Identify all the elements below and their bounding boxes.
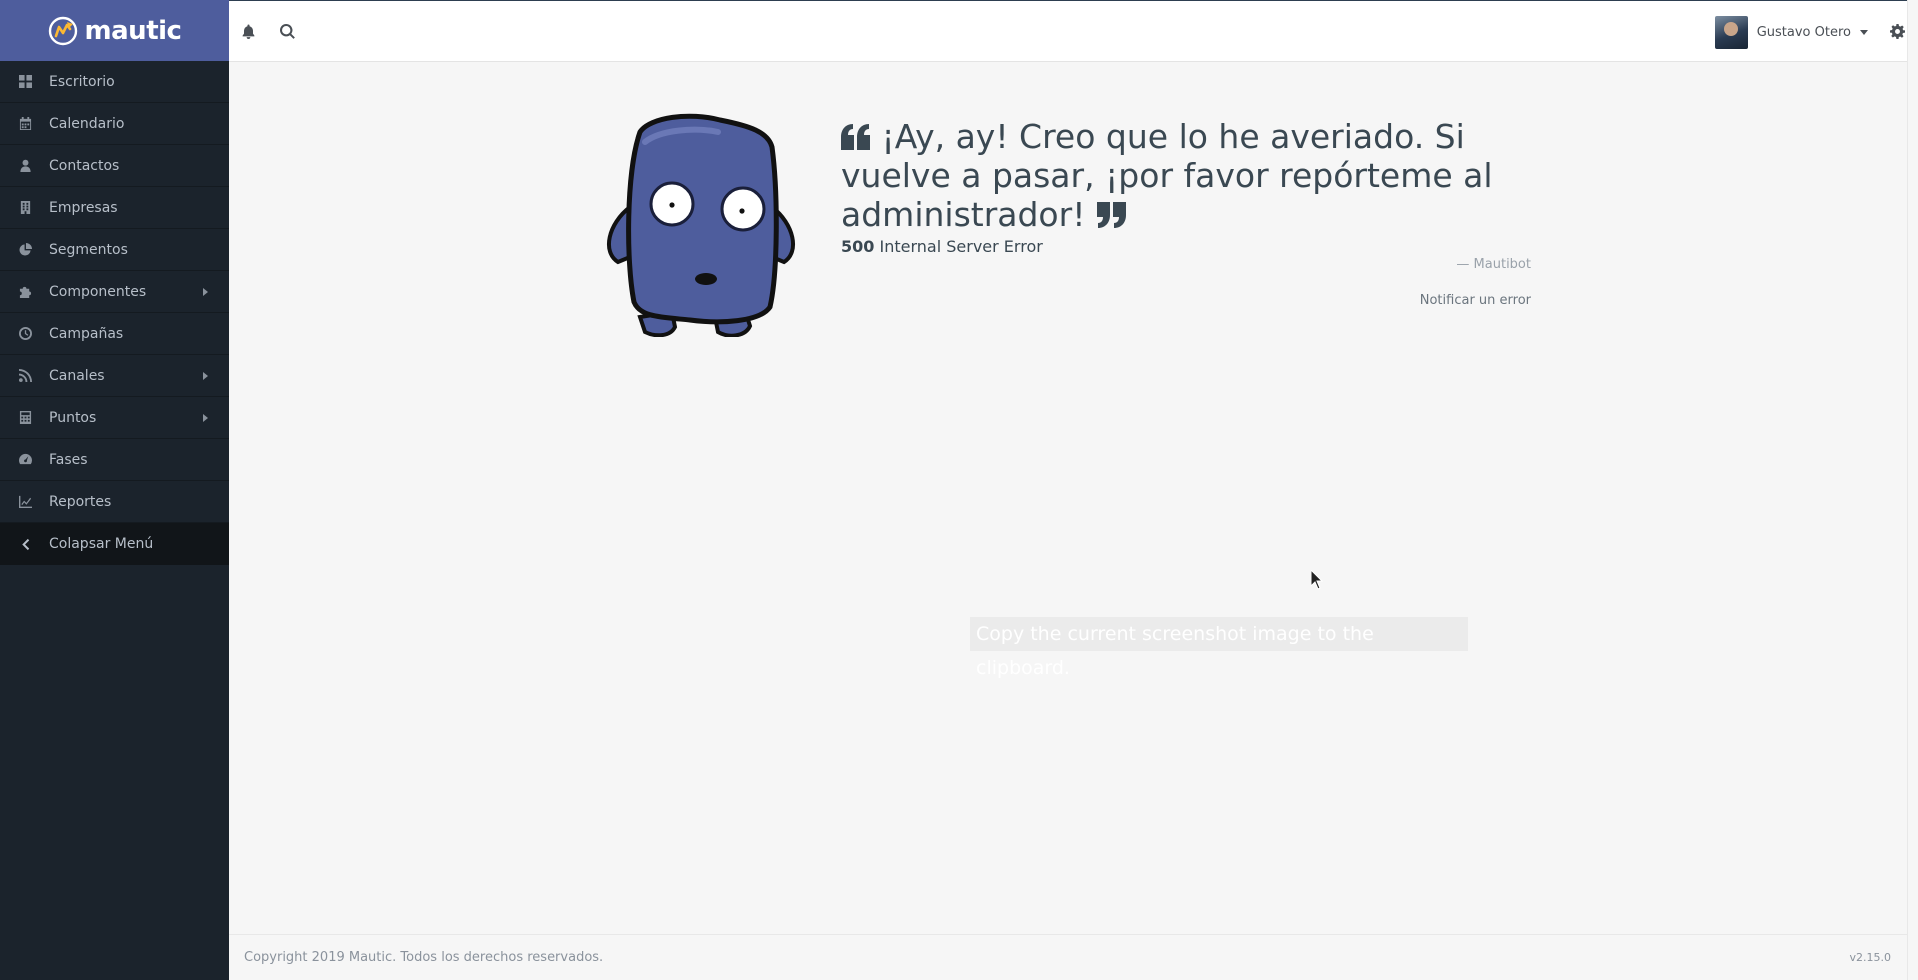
brand-logo[interactable]: mautic (0, 0, 229, 61)
sidebar-item-label: Calendario (49, 115, 125, 132)
error-code: 500 (841, 237, 875, 256)
version-label: v2.15.0 (1849, 951, 1892, 964)
bell-icon[interactable] (239, 22, 257, 40)
mautic-logo-icon (48, 16, 77, 45)
sidebar-item-contactos[interactable]: Contactos (0, 145, 229, 187)
sidebar-item-label: Escritorio (49, 73, 115, 90)
error-status: 500 Internal Server Error (841, 237, 1043, 256)
sidebar-item-escritorio[interactable]: Escritorio (0, 61, 229, 103)
user-menu[interactable]: Gustavo Otero (1714, 15, 1868, 49)
caret-down-icon (1860, 29, 1868, 35)
pie-chart-icon (18, 243, 32, 257)
copyright-text: Copyright 2019 Mautic. Todos los derecho… (244, 950, 604, 965)
sidebar-item-puntos[interactable]: Puntos (0, 397, 229, 439)
main-nav: Escritorio Calendario Contactos Empresas… (0, 61, 229, 565)
sidebar-item-canales[interactable]: Canales (0, 355, 229, 397)
sidebar-item-label: Fases (49, 451, 88, 468)
sidebar-item-campanas[interactable]: Campañas (0, 313, 229, 355)
chevron-right-icon (203, 287, 208, 296)
footer: Copyright 2019 Mautic. Todos los derecho… (229, 934, 1907, 980)
calculator-icon (18, 411, 32, 425)
brand-name: mautic (84, 15, 182, 46)
quote-left-icon (841, 119, 871, 150)
rss-icon (18, 369, 32, 383)
sidebar-item-label: Contactos (49, 157, 120, 174)
quote-right-icon (1096, 197, 1126, 228)
sidebar-item-label: Empresas (49, 199, 118, 216)
sidebar-item-label: Reportes (49, 493, 112, 510)
search-icon[interactable] (278, 22, 296, 40)
sidebar-item-label: Canales (49, 367, 105, 384)
report-error-link[interactable]: Notificar un error (1420, 293, 1531, 308)
error-message: ¡Ay, ay! Creo que lo he averiado. Si vue… (841, 117, 1536, 234)
user-icon (18, 159, 32, 173)
chevron-left-icon (18, 537, 32, 551)
mautibot-mascot (607, 113, 795, 337)
sidebar-item-componentes[interactable]: Componentes (0, 271, 229, 313)
sidebar-item-label: Segmentos (49, 241, 128, 258)
error-panel: ¡Ay, ay! Creo que lo he averiado. Si vue… (600, 112, 1535, 342)
puzzle-icon (18, 285, 32, 299)
sidebar-item-calendario[interactable]: Calendario (0, 103, 229, 145)
chevron-right-icon (203, 413, 208, 422)
line-chart-icon (18, 495, 32, 509)
clock-icon (18, 327, 32, 341)
scrollbar[interactable] (1907, 0, 1918, 980)
sidebar-item-label: Puntos (49, 409, 97, 426)
collapse-menu-button[interactable]: Colapsar Menú (0, 523, 229, 565)
sidebar-item-empresas[interactable]: Empresas (0, 187, 229, 229)
building-icon (18, 201, 32, 215)
sidebar-item-label: Campañas (49, 325, 124, 342)
user-name: Gustavo Otero (1756, 24, 1851, 40)
grid-icon (18, 75, 32, 89)
chevron-right-icon (203, 371, 208, 380)
tachometer-icon (18, 453, 32, 467)
sidebar-item-fases[interactable]: Fases (0, 439, 229, 481)
avatar (1714, 15, 1748, 49)
sidebar-item-segmentos[interactable]: Segmentos (0, 229, 229, 271)
sidebar: mautic Escritorio Calendario Contactos E… (0, 0, 229, 980)
sidebar-item-reportes[interactable]: Reportes (0, 481, 229, 523)
gear-icon[interactable] (1888, 22, 1906, 40)
error-message-text: ¡Ay, ay! Creo que lo he averiado. Si vue… (841, 117, 1493, 234)
top-bar: Gustavo Otero (229, 0, 1918, 62)
error-signature: — Mautibot (1456, 257, 1531, 272)
mouse-cursor-icon (1311, 570, 1323, 590)
error-status-text: Internal Server Error (879, 237, 1043, 256)
screenshot-tooltip: Copy the current screenshot image to the… (970, 617, 1468, 679)
calendar-icon (18, 117, 32, 131)
collapse-menu-label: Colapsar Menú (49, 536, 154, 552)
sidebar-item-label: Componentes (49, 283, 147, 300)
